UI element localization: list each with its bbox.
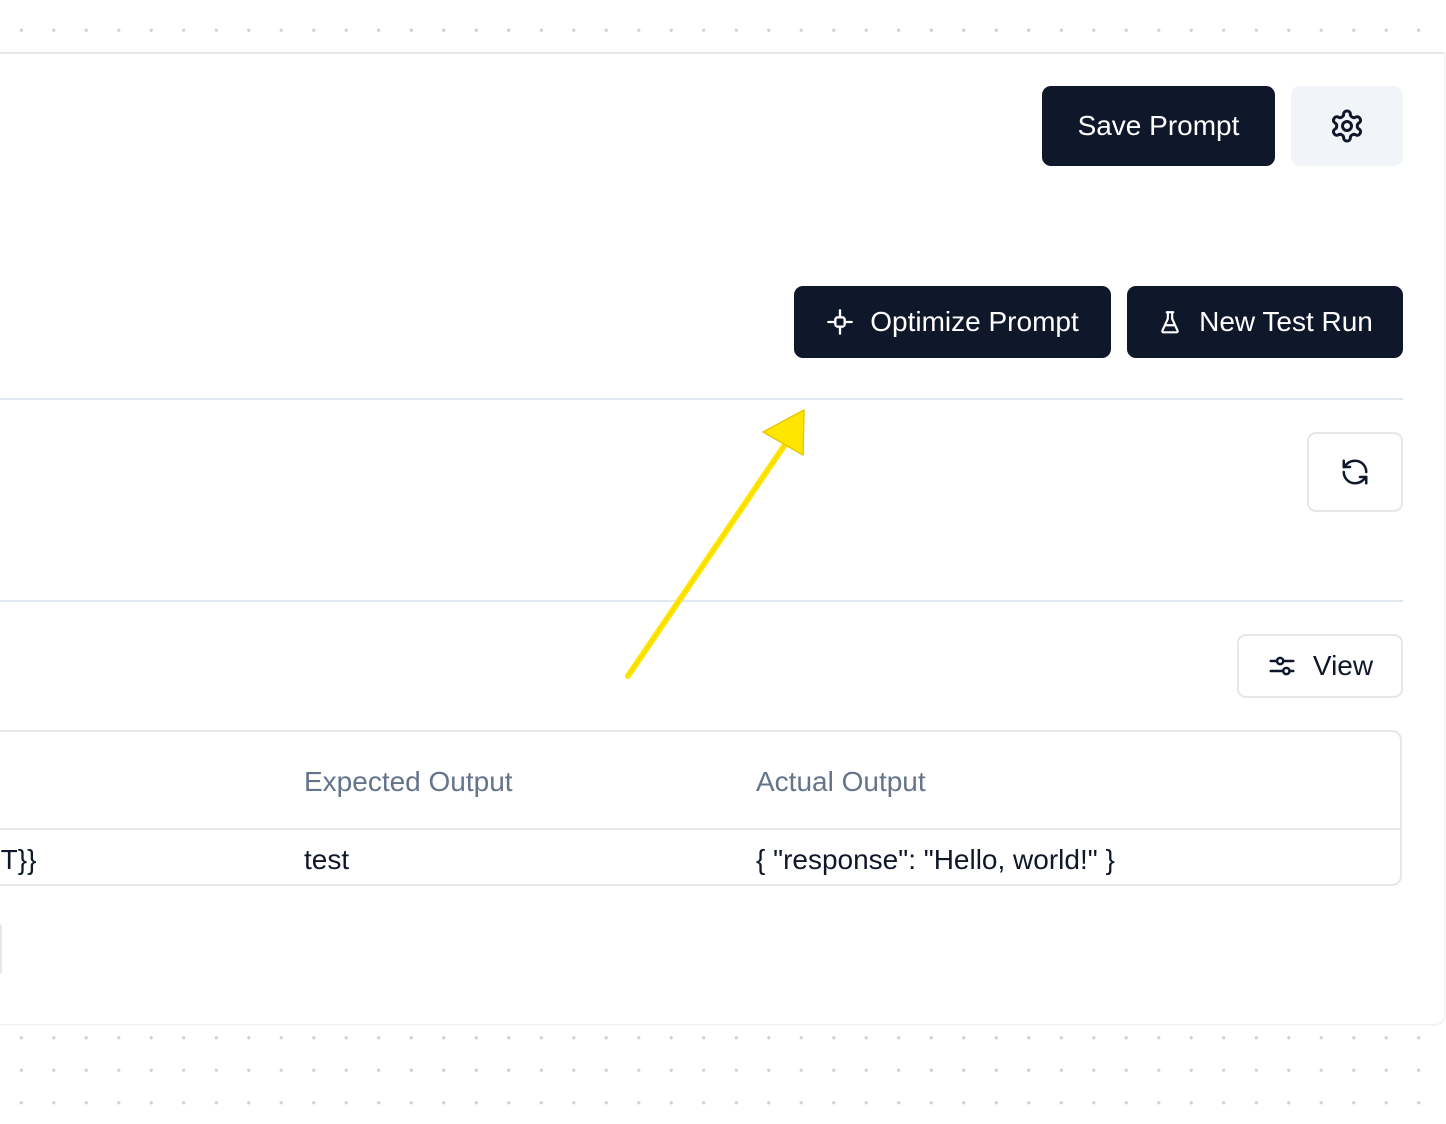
- sliders-icon: [1267, 651, 1297, 681]
- gear-icon: [1329, 108, 1365, 144]
- settings-button[interactable]: [1291, 86, 1403, 166]
- refresh-button[interactable]: [1307, 432, 1403, 512]
- refresh-icon: [1340, 457, 1370, 487]
- optimize-prompt-label: Optimize Prompt: [870, 306, 1079, 337]
- cell-truncated-input: PT}}: [0, 844, 37, 875]
- save-prompt-button[interactable]: Save Prompt: [1042, 86, 1275, 166]
- optimize-prompt-button[interactable]: Optimize Prompt: [794, 286, 1111, 358]
- section-divider: [0, 600, 1403, 602]
- cell-actual-output: { "response": "Hello, world!" }: [756, 844, 1115, 875]
- column-header-expected-output[interactable]: Expected Output: [304, 766, 513, 798]
- new-test-run-button[interactable]: New Test Run: [1127, 286, 1403, 358]
- cell-expected-output: test: [304, 844, 350, 875]
- section-divider: [0, 398, 1403, 400]
- sparkle-icon: [826, 308, 854, 336]
- pagination-control-partial[interactable]: [0, 922, 2, 976]
- save-prompt-label: Save Prompt: [1077, 110, 1240, 141]
- column-header-actual-output[interactable]: Actual Output: [756, 766, 926, 798]
- test-results-table: Expected Output Actual Output PT}} test …: [0, 730, 1402, 886]
- new-test-run-label: New Test Run: [1199, 306, 1373, 337]
- header-divider: [0, 828, 1400, 830]
- flask-icon: [1157, 308, 1183, 336]
- view-button[interactable]: View: [1237, 634, 1403, 698]
- view-label: View: [1312, 650, 1374, 681]
